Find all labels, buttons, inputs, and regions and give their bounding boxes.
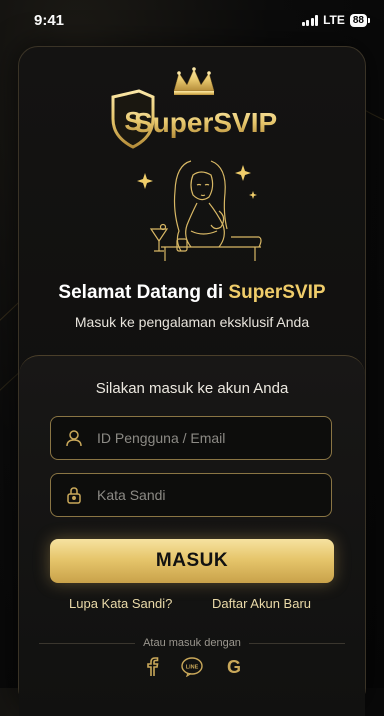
svg-text:G: G xyxy=(227,657,241,677)
network-type: LTE xyxy=(323,13,345,27)
signal-icon xyxy=(301,14,319,26)
svg-text:LINE: LINE xyxy=(186,665,199,671)
status-time: 9:41 xyxy=(34,12,65,29)
login-button[interactable]: MASUK xyxy=(50,539,334,583)
logo-text: SuperSVIP xyxy=(134,107,277,138)
lock-icon xyxy=(63,484,85,506)
register-link[interactable]: Daftar Akun Baru xyxy=(212,596,311,611)
google-icon[interactable]: G xyxy=(223,656,245,678)
user-icon xyxy=(63,427,85,449)
woman-illustration xyxy=(137,160,262,261)
alt-login-label: Atau masuk dengan xyxy=(143,637,241,649)
crown-icon xyxy=(173,67,215,95)
line-icon[interactable]: LINE xyxy=(181,656,203,678)
facebook-icon[interactable] xyxy=(141,656,163,678)
username-input[interactable] xyxy=(95,429,329,447)
status-bar: 9:41 LTE 88 xyxy=(0,0,384,44)
password-input[interactable] xyxy=(95,486,329,504)
welcome-title: Selamat Datang di SuperSVIP xyxy=(19,282,365,304)
status-indicators: LTE 88 xyxy=(301,13,370,27)
welcome-subtitle: Masuk ke pengalaman eksklusif Anda xyxy=(74,314,310,330)
login-form-panel: Silakan masuk ke akun Anda MASUK Lu xyxy=(19,355,365,716)
form-prompt: Silakan masuk ke akun Anda xyxy=(95,380,289,397)
welcome-title-brand: SuperSVIP xyxy=(228,282,326,303)
login-card: S SuperSVIP Selamat Datang di SuperSVIP xyxy=(18,46,366,716)
forgot-password-link[interactable]: Lupa Kata Sandi? xyxy=(69,596,172,611)
welcome-title-prefix: Selamat Datang di xyxy=(58,282,229,303)
alt-login-divider: Atau masuk dengan xyxy=(39,636,346,650)
battery-level: 88 xyxy=(349,13,367,27)
brand-logo: S SuperSVIP xyxy=(111,67,277,149)
battery-icon: 88 xyxy=(349,13,370,27)
username-field[interactable] xyxy=(50,416,332,460)
password-field[interactable] xyxy=(50,473,332,517)
